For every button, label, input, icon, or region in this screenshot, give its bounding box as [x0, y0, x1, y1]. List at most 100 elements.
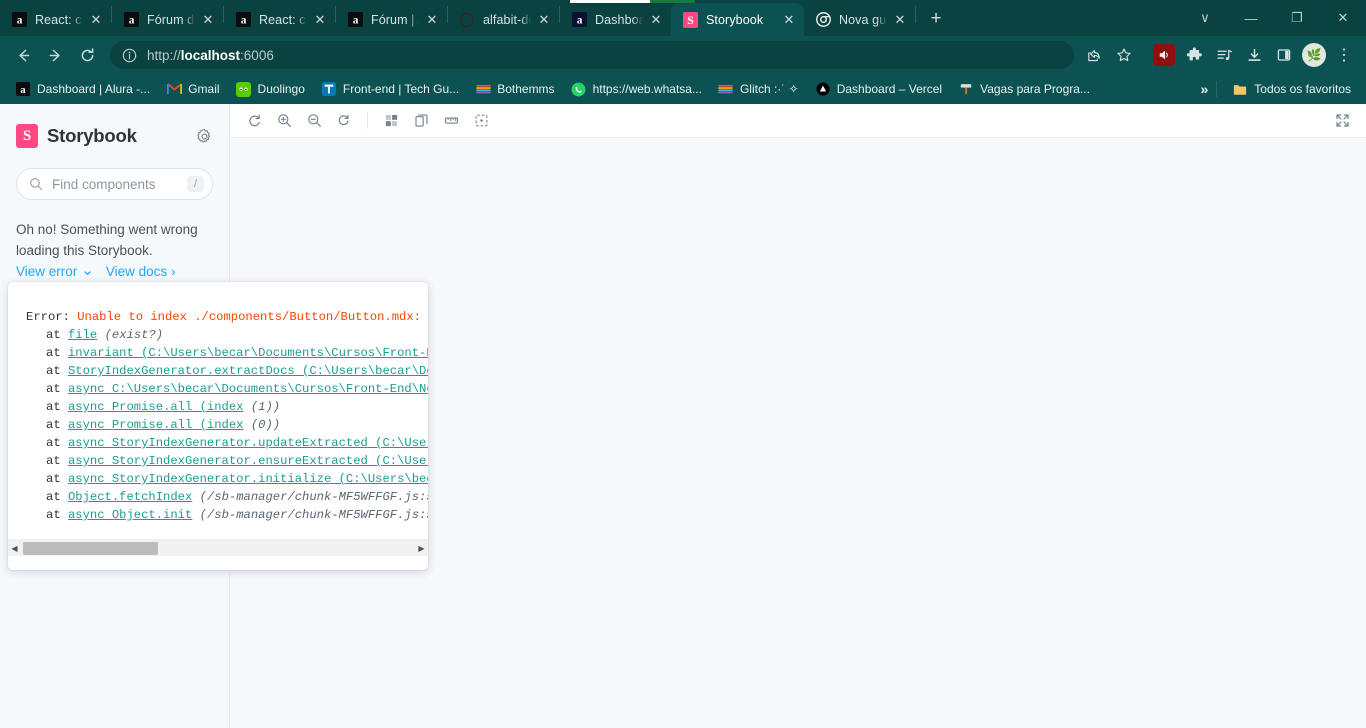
sidebar-links: View error ⌄ View docs ›	[16, 262, 213, 280]
zoom-reset-icon[interactable]	[330, 108, 358, 134]
stack-at: at	[46, 346, 61, 360]
media-list-icon[interactable]	[1210, 41, 1238, 69]
extensions-icon[interactable]	[1180, 41, 1208, 69]
alura-icon: a	[123, 12, 139, 28]
forward-button[interactable]	[40, 40, 70, 70]
browser-tab-0[interactable]: a React: criand ✕	[0, 3, 111, 36]
star-icon[interactable]	[1110, 41, 1138, 69]
close-window-button[interactable]: ✕	[1320, 2, 1366, 35]
tab-close-button[interactable]: ✕	[311, 11, 329, 29]
stack-fn[interactable]: async Object.init	[68, 508, 192, 522]
preview-toolbar	[230, 104, 1366, 138]
stack-fn[interactable]: file	[68, 328, 97, 342]
stack-fn[interactable]: async Promise.all (index	[68, 400, 244, 414]
stack-frame: at async StoryIndexGenerator.ensureExtra…	[26, 452, 428, 470]
tab-close-button[interactable]: ✕	[647, 11, 665, 29]
scrollbar-track[interactable]	[21, 540, 415, 557]
bookmarks-divider	[1216, 81, 1218, 97]
alura-icon: a	[571, 12, 587, 28]
browser-tab-1[interactable]: a Fórum de Di ✕	[112, 3, 223, 36]
tab-close-button[interactable]: ✕	[535, 11, 553, 29]
info-circle-icon[interactable]	[122, 48, 137, 63]
profile-avatar[interactable]: 🌿	[1302, 43, 1326, 67]
bookmark-item[interactable]: Bothemms	[468, 78, 561, 100]
new-tab-button[interactable]: +	[922, 5, 950, 33]
bookmark-item[interactable]: Front-end | Tech Gu...	[314, 78, 466, 100]
backgrounds-icon[interactable]	[377, 108, 405, 134]
svg-text:a: a	[16, 15, 22, 27]
viewport-icon[interactable]	[407, 108, 435, 134]
browser-tab-4[interactable]: alfabit-desig ✕	[448, 3, 559, 36]
tab-title: React: criand	[259, 12, 307, 27]
bookmark-item[interactable]: Glitch :·˙ ✧	[711, 78, 806, 100]
tab-close-button[interactable]: ✕	[891, 11, 909, 29]
stack-frame: at file (exist?)	[26, 326, 428, 344]
fullscreen-icon[interactable]	[1328, 108, 1356, 134]
tab-title: Fórum de Di	[147, 12, 195, 27]
stack-fn[interactable]: Object.fetchIndex	[68, 490, 192, 504]
all-bookmarks-button[interactable]: Todos os favoritos	[1225, 78, 1358, 100]
share-icon[interactable]	[1080, 41, 1108, 69]
stack-fn[interactable]: async StoryIndexGenerator.initialize (C:…	[68, 472, 428, 486]
reload-button[interactable]	[72, 40, 102, 70]
mute-tab-icon[interactable]	[1150, 41, 1178, 69]
bookmark-item[interactable]: Duolingo	[229, 78, 312, 100]
view-error-link[interactable]: View error ⌄	[16, 262, 94, 280]
browser-tab-storybook[interactable]: S Storybook ✕	[671, 3, 804, 36]
bookmark-item[interactable]: Vagas para Progra...	[951, 78, 1097, 100]
back-button[interactable]	[8, 40, 38, 70]
tab-search-button[interactable]: ∨	[1182, 2, 1228, 35]
bookmark-item[interactable]: Dashboard – Vercel	[808, 78, 949, 100]
bookmarks-overflow-button[interactable]: »	[1200, 81, 1208, 97]
bookmark-item[interactable]: https://web.whatsa...	[564, 78, 709, 100]
stack-fn[interactable]: invariant (C:\Users\becar\Documents\Curs…	[68, 346, 428, 360]
browser-tab-3[interactable]: a Fórum | Alun ✕	[336, 3, 447, 36]
tab-close-button[interactable]: ✕	[780, 11, 798, 29]
tab-close-button[interactable]: ✕	[199, 11, 217, 29]
stack-fn[interactable]: async Promise.all (index	[68, 418, 244, 432]
browser-tab-5[interactable]: a Dashboard | ✕	[560, 3, 671, 36]
stack-arg: (0))	[250, 418, 281, 432]
scroll-left-arrow-icon[interactable]: ◀	[8, 544, 21, 553]
gear-icon[interactable]	[196, 128, 213, 145]
zoom-in-icon[interactable]	[270, 108, 298, 134]
search-input[interactable]: Find components /	[16, 168, 213, 200]
browser-tab-2[interactable]: a React: criand ✕	[224, 3, 335, 36]
scrollbar-thumb[interactable]	[23, 541, 158, 555]
storybook-brand[interactable]: S Storybook	[16, 124, 213, 148]
view-docs-link[interactable]: View docs ›	[106, 264, 176, 279]
maximize-button[interactable]: ❐	[1274, 2, 1320, 35]
stack-fn[interactable]: async C:\Users\becar\Documents\Cursos\Fr…	[68, 382, 428, 396]
zoom-out-icon[interactable]	[300, 108, 328, 134]
measure-icon[interactable]	[437, 108, 465, 134]
outline-icon[interactable]	[467, 108, 495, 134]
address-bar[interactable]: http://localhost:6006	[110, 41, 1074, 69]
bookmark-label: https://web.whatsa...	[592, 82, 702, 96]
tab-separator	[915, 5, 916, 23]
stack-frame: at async Promise.all (index (0))	[26, 416, 428, 434]
tab-close-button[interactable]: ✕	[87, 11, 105, 29]
stack-fn[interactable]: async StoryIndexGenerator.updateExtracte…	[68, 436, 428, 450]
stack-fn[interactable]: async StoryIndexGenerator.ensureExtracte…	[68, 454, 428, 468]
side-panel-icon[interactable]	[1270, 41, 1298, 69]
bookmark-item[interactable]: a Dashboard | Alura -...	[8, 78, 157, 100]
browser-tab-7[interactable]: Nova guia ✕	[804, 3, 915, 36]
browser-window: a React: criand ✕ a Fórum de Di ✕ a Reac…	[0, 0, 1366, 728]
chrome-menu-button[interactable]: ⋮	[1330, 41, 1358, 69]
remount-icon[interactable]	[240, 108, 268, 134]
downloads-icon[interactable]	[1240, 41, 1268, 69]
error-panel-hscrollbar[interactable]: ◀ ▶	[8, 539, 428, 556]
stack-arg: (/sb-manager/chunk-MF5WFFGF.js:51	[199, 490, 428, 504]
stack-at: at	[46, 382, 61, 396]
omnibox-actions: 🌿 ⋮	[1080, 41, 1358, 69]
svg-text:a: a	[240, 15, 246, 27]
storybook-app: S Storybook Find components / Oh no! Som…	[0, 104, 1366, 728]
bookmark-item[interactable]: Gmail	[159, 78, 226, 100]
alura-icon: a	[15, 81, 31, 97]
chevron-down-icon: ⌄	[81, 262, 94, 280]
scroll-right-arrow-icon[interactable]: ▶	[415, 544, 428, 553]
stack-fn[interactable]: StoryIndexGenerator.extractDocs (C:\User…	[68, 364, 428, 378]
tab-close-button[interactable]: ✕	[423, 11, 441, 29]
window-controls: ∨ — ❐ ✕	[1182, 0, 1366, 36]
minimize-button[interactable]: —	[1228, 2, 1274, 35]
